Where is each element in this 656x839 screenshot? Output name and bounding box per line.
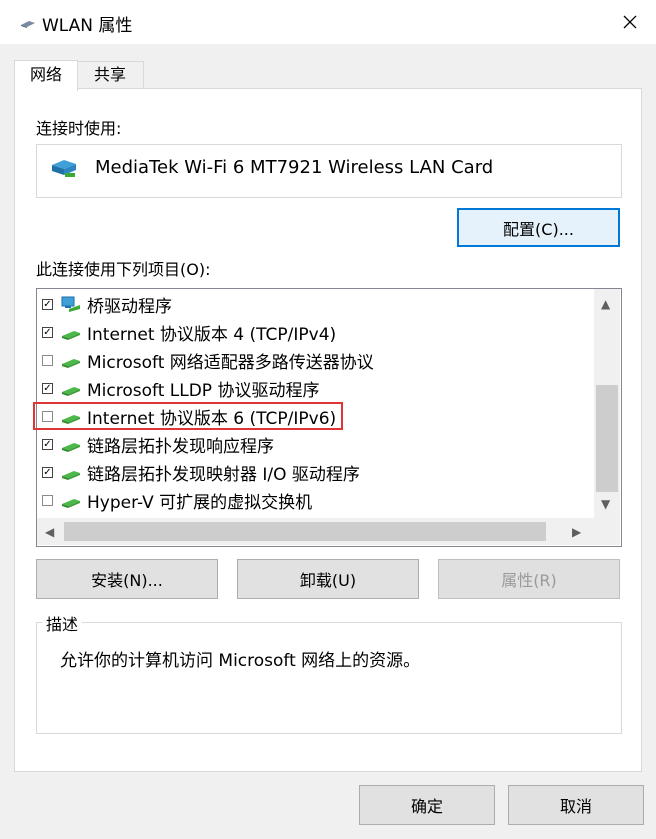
scroll-corner — [594, 518, 620, 545]
item-label: Microsoft LLDP 协议驱动程序 — [87, 380, 320, 401]
protocol-icon — [62, 359, 80, 368]
list-item[interactable]: ✓ 链路层拓扑发现响应程序 — [37, 430, 593, 458]
connect-using-label: 连接时使用: — [36, 119, 122, 138]
scroll-right-icon[interactable]: ▶ — [572, 525, 581, 539]
item-checkbox[interactable] — [42, 494, 53, 506]
adapter-box: MediaTek Wi-Fi 6 MT7921 Wireless LAN Car… — [36, 144, 622, 198]
network-card-icon — [52, 160, 76, 177]
item-checkbox[interactable]: ✓ — [42, 466, 53, 478]
properties-button[interactable]: 属性(R) — [438, 559, 620, 599]
item-label: Microsoft 网络适配器多路传送器协议 — [87, 352, 374, 373]
protocol-icon — [62, 387, 80, 396]
highlight-box — [33, 402, 343, 430]
scroll-down-icon[interactable]: ▼ — [601, 497, 610, 511]
title-bar: WLAN 属性 — [0, 0, 656, 44]
list-item[interactable]: ✓ Internet 协议版本 4 (TCP/IPv4) — [37, 318, 593, 346]
description-legend: 描述 — [42, 611, 83, 635]
network-adapter-icon — [21, 21, 35, 28]
item-label: Internet 协议版本 4 (TCP/IPv4) — [87, 324, 337, 345]
window-title: WLAN 属性 — [42, 16, 133, 36]
ok-button[interactable]: 确定 — [359, 785, 495, 825]
horizontal-scrollbar[interactable]: ◀ ▶ — [37, 518, 594, 545]
item-label: 链路层拓扑发现响应程序 — [87, 436, 274, 457]
item-checkbox[interactable]: ✓ — [42, 298, 53, 310]
vertical-scrollbar[interactable]: ▲ ▼ — [594, 289, 620, 518]
cancel-button[interactable]: 取消 — [508, 785, 644, 825]
list-item[interactable]: Microsoft 网络适配器多路传送器协议 — [37, 346, 593, 374]
list-item[interactable]: ✓ 链路层拓扑发现映射器 I/O 驱动程序 — [37, 458, 593, 486]
description-group — [36, 622, 622, 734]
tab-network[interactable]: 网络 — [14, 60, 78, 91]
list-item[interactable]: ✓ Microsoft LLDP 协议驱动程序 — [37, 374, 593, 402]
list-item[interactable]: Hyper-V 可扩展的虚拟交换机 — [37, 486, 593, 514]
list-item[interactable]: ✓ 桥驱动程序 — [37, 290, 593, 318]
item-checkbox[interactable]: ✓ — [42, 382, 53, 394]
tab-sharing[interactable]: 共享 — [76, 61, 144, 88]
item-label: 链路层拓扑发现映射器 I/O 驱动程序 — [87, 464, 360, 485]
items-label: 此连接使用下列项目(O): — [36, 260, 211, 279]
item-label: Hyper-V 可扩展的虚拟交换机 — [87, 492, 313, 513]
horizontal-scroll-thumb[interactable] — [64, 522, 546, 541]
close-icon — [623, 15, 637, 29]
protocol-icon — [62, 499, 80, 508]
protocol-icon — [62, 443, 80, 452]
item-checkbox[interactable]: ✓ — [42, 326, 53, 338]
protocol-icon — [62, 331, 80, 340]
close-button[interactable] — [612, 5, 648, 39]
configure-button[interactable]: 配置(C)... — [457, 208, 620, 247]
item-checkbox[interactable] — [42, 354, 53, 366]
item-label: 桥驱动程序 — [87, 296, 172, 317]
protocol-icon — [62, 471, 80, 480]
adapter-name: MediaTek Wi-Fi 6 MT7921 Wireless LAN Car… — [95, 157, 494, 178]
install-button[interactable]: 安装(N)... — [36, 559, 218, 599]
description-text: 允许你的计算机访问 Microsoft 网络上的资源。 — [60, 651, 421, 671]
scroll-up-icon[interactable]: ▲ — [601, 297, 610, 311]
uninstall-button[interactable]: 卸载(U) — [237, 559, 419, 599]
scroll-left-icon[interactable]: ◀ — [45, 525, 54, 539]
bridge-driver-icon — [61, 296, 80, 312]
item-checkbox[interactable]: ✓ — [42, 438, 53, 450]
vertical-scroll-thumb[interactable] — [596, 385, 618, 492]
